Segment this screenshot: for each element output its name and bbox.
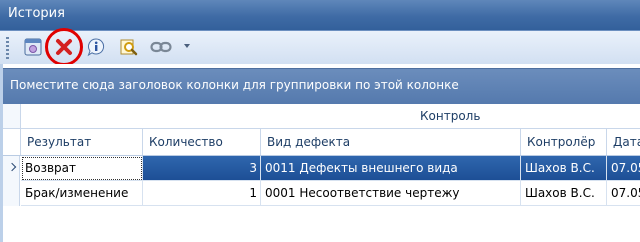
toolbar-grip[interactable] (6, 37, 9, 59)
column-header-result[interactable]: Результат (21, 129, 143, 155)
link-chain-icon (150, 41, 172, 53)
table-row[interactable]: Возврат 3 0011 Дефекты внешнего вида Шах… (3, 156, 640, 181)
column-header-controller[interactable]: Контролёр (521, 129, 607, 155)
table-row[interactable]: Брак/изменение 1 0001 Несоответствие чер… (3, 181, 640, 206)
search-document-icon (120, 39, 138, 56)
cell-result[interactable]: Возврат (21, 156, 143, 181)
info-button[interactable] (83, 35, 109, 59)
cell-defect-type[interactable]: 0011 Дефекты внешнего вида (261, 156, 521, 181)
toolbar (0, 31, 640, 65)
window-settings-icon (24, 38, 42, 56)
band-indicator-cell (3, 104, 21, 128)
cell-date[interactable]: 07.05 (607, 181, 640, 206)
row-indicator (3, 181, 20, 206)
cell-controller[interactable]: Шахов В.С. (521, 156, 607, 181)
column-header-quantity[interactable]: Количество (143, 129, 261, 155)
cell-date[interactable]: 07.05 (607, 156, 640, 181)
dropdown-arrow-icon[interactable] (184, 44, 190, 48)
cell-result[interactable]: Брак/изменение (21, 181, 143, 206)
column-band-row: Контроль (3, 104, 640, 129)
row-indicator (3, 156, 20, 181)
annotation-ring (45, 28, 83, 66)
grid-empty-space (3, 206, 640, 242)
title-bar: История (0, 0, 640, 31)
current-row-arrow-icon (7, 162, 17, 172)
window-settings-button[interactable] (20, 35, 46, 59)
band-header-control[interactable]: Контроль (420, 109, 480, 123)
header-indicator-cell (3, 129, 21, 155)
window-title: История (8, 6, 65, 21)
group-by-panel[interactable]: Поместите сюда заголовок колонки для гру… (3, 68, 640, 105)
column-header-date[interactable]: Дата (607, 129, 640, 155)
cell-defect-type[interactable]: 0001 Несоответствие чертежу (261, 181, 521, 206)
column-header-row: Результат Количество Вид дефекта Контрол… (3, 129, 640, 156)
cell-quantity[interactable]: 1 (143, 181, 261, 206)
column-header-defect-type[interactable]: Вид дефекта (261, 129, 521, 155)
link-button[interactable] (148, 35, 174, 59)
cell-quantity[interactable]: 3 (143, 156, 261, 181)
info-icon (87, 38, 104, 57)
history-window: История Поместите сюда заголовок колонки… (0, 0, 640, 242)
search-document-button[interactable] (116, 35, 142, 59)
cell-controller[interactable]: Шахов В.С. (521, 181, 607, 206)
group-panel-hint: Поместите сюда заголовок колонки для гру… (10, 78, 459, 92)
